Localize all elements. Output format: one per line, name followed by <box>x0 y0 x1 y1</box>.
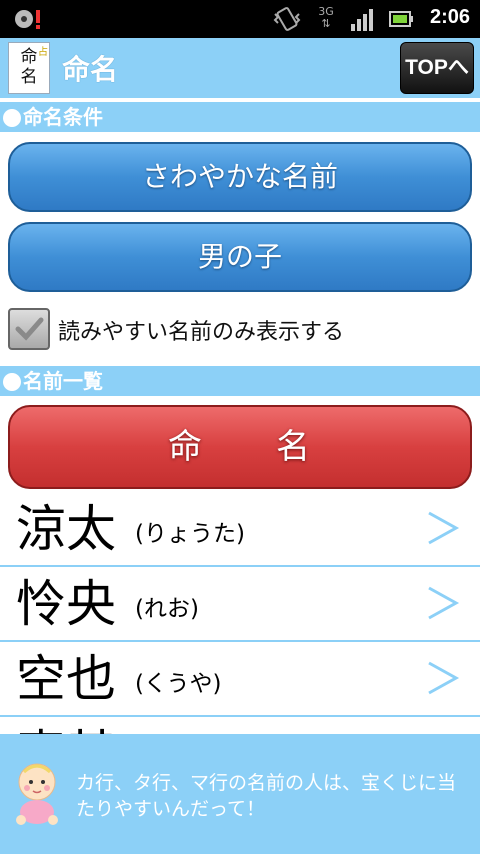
chevron-right-icon <box>428 586 460 620</box>
bullet-icon <box>3 109 21 127</box>
generate-names-button[interactable]: 命 名 <box>8 405 472 489</box>
name-list-item[interactable]: 怜央 (れお) <box>0 567 480 642</box>
name-list-item[interactable]: 恵基 <box>0 717 480 734</box>
gender-button[interactable]: 男の子 <box>8 222 472 292</box>
name-reading: (りょうた) <box>135 521 245 547</box>
readable-checkbox-row[interactable]: 読みやすい名前のみ表示する <box>8 306 472 354</box>
name-list-item[interactable]: 空也 (くうや) <box>0 642 480 717</box>
cd-alert-icon <box>15 10 40 29</box>
checkmark-icon <box>15 317 44 341</box>
top-button[interactable]: TOPへ <box>400 42 474 94</box>
chevron-right-icon <box>428 661 460 695</box>
names-section-header: 名前一覧 <box>0 366 480 396</box>
name-kanji: 怜央 <box>16 575 116 633</box>
name-kanji: 涼太 <box>16 500 116 558</box>
vibrate-icon <box>273 7 301 31</box>
name-list-item[interactable]: 涼太 (りょうた) <box>0 492 480 567</box>
bullet-icon <box>3 373 21 391</box>
battery-icon <box>389 11 413 27</box>
name-list: 涼太 (りょうた) 怜央 (れお) 空也 (くうや) 恵基 <box>0 492 480 734</box>
tip-banner: カ行、タ行、マ行の名前の人は、宝くじに当たりやすいんだって！ <box>0 734 480 854</box>
baby-mascot-icon <box>16 763 58 825</box>
tip-text: カ行、タ行、マ行の名前の人は、宝くじに当たりやすいんだって！ <box>76 772 457 820</box>
name-reading: (くうや) <box>135 671 222 697</box>
status-bar: 3G ⇅ 2:06 <box>0 0 480 38</box>
status-time: 2:06 <box>429 6 470 28</box>
chevron-right-icon <box>428 511 460 545</box>
page-title: 命名 <box>62 53 119 86</box>
readable-checkbox-label: 読みやすい名前のみ表示する <box>58 320 345 345</box>
app-header: 占 命名 命名 TOPへ <box>0 38 480 98</box>
conditions-section-header: 命名条件 <box>0 102 480 132</box>
name-kanji: 恵基 <box>16 721 116 734</box>
app-logo: 占 命名 <box>8 42 50 94</box>
network-3g-icon: 3G ⇅ <box>318 5 334 30</box>
readable-checkbox[interactable] <box>8 308 50 350</box>
name-reading: (れお) <box>135 596 199 622</box>
name-kanji: 空也 <box>16 650 116 708</box>
signal-icon <box>351 9 373 31</box>
name-style-button[interactable]: さわやかな名前 <box>8 142 472 212</box>
